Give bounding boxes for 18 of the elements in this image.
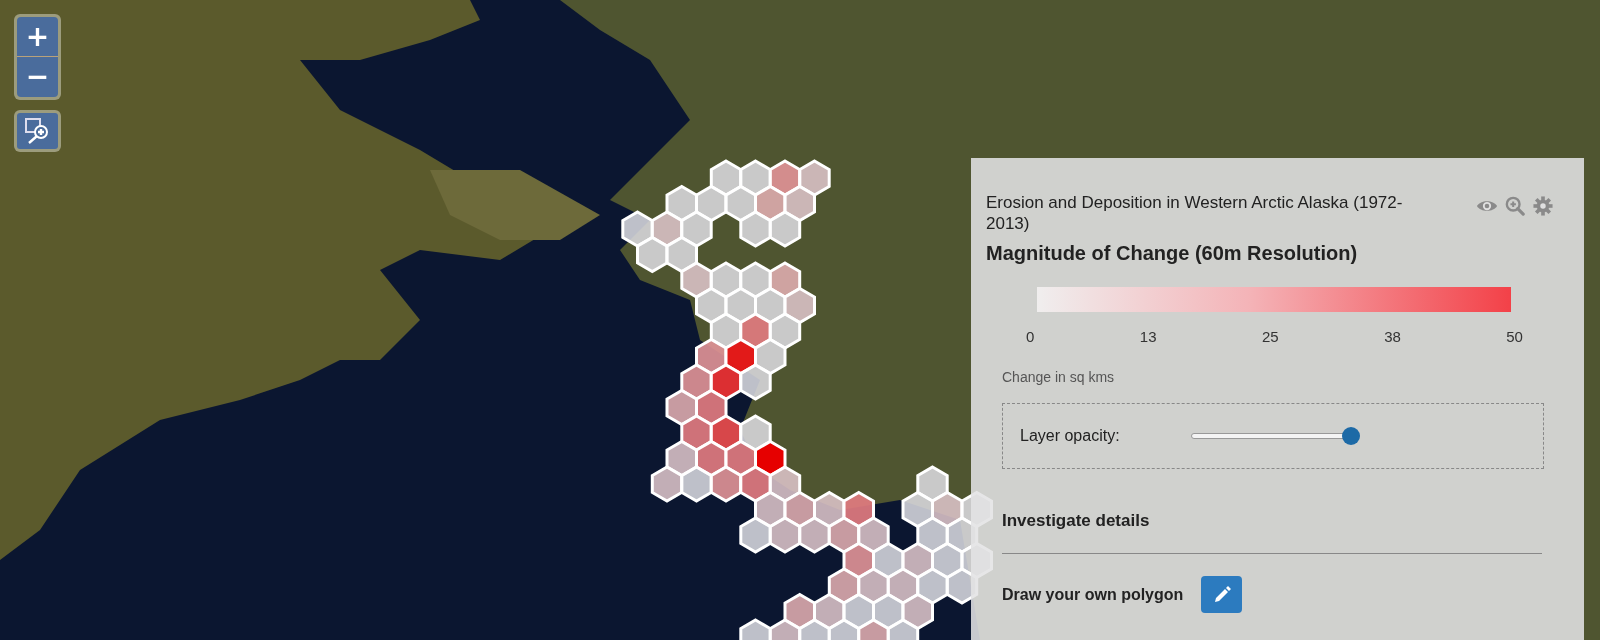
draw-polygon-label: Draw your own polygon <box>1002 585 1184 604</box>
settings-icon[interactable] <box>1532 196 1554 216</box>
layer-title: Erosion and Deposition in Western Arctic Alaska (1972-2013) <box>986 192 1404 234</box>
legend-title: Magnitude of Change (60m Resolution) <box>986 242 1359 265</box>
opacity-label: Layer opacity: <box>1020 427 1121 445</box>
zoom-out-button[interactable]: − <box>17 57 58 97</box>
slider-thumb[interactable] <box>1342 427 1361 445</box>
draw-polygon-button[interactable] <box>1201 576 1243 613</box>
zoom-in-icon[interactable] <box>1504 196 1526 216</box>
box-zoom-button[interactable] <box>17 113 58 149</box>
scale-tick-label: 0 <box>1026 328 1035 345</box>
scale-tick-label: 38 <box>1384 328 1401 345</box>
scale-tick-label: 13 <box>1139 328 1157 345</box>
scale-tick-label: 50 <box>1506 328 1523 345</box>
zoom-in-button[interactable]: + <box>17 17 58 57</box>
scale-tick-label: 25 <box>1261 328 1279 345</box>
section-heading[interactable]: Investigate details <box>1002 511 1554 531</box>
legend-unit-label: Change in sq kms <box>1002 369 1116 385</box>
